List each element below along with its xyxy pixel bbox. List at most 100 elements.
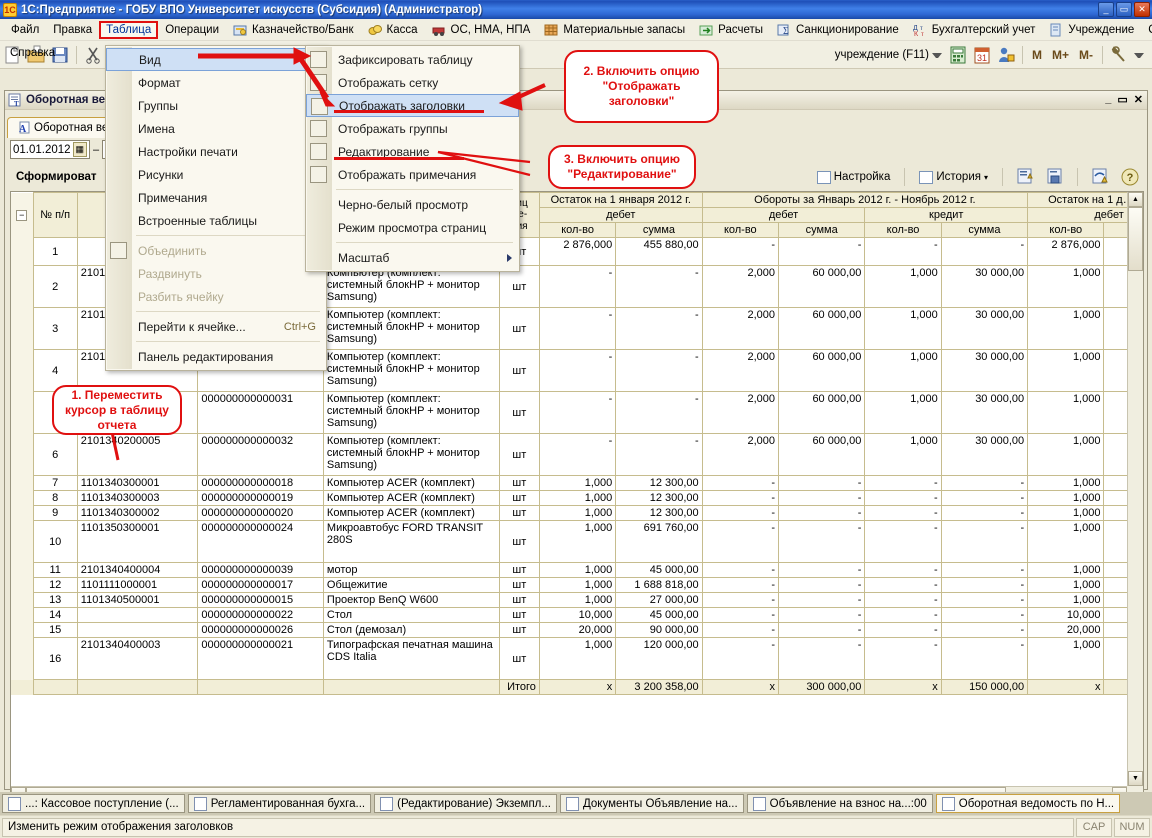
- history-button[interactable]: История ▾: [915, 169, 992, 186]
- cell-credit-qty[interactable]: -: [864, 237, 942, 266]
- table-row[interactable]: 15 000000000000026 Стол (демозал) шт 20,000 9…: [11, 622, 1127, 638]
- cell-credit-sum[interactable]: 30 000,00: [940, 433, 1029, 476]
- row-group-cell[interactable]: [11, 562, 34, 578]
- cell-debit-sum[interactable]: 60 000,00: [777, 307, 866, 350]
- cell-credit-qty[interactable]: 1,000: [864, 349, 942, 392]
- vertical-scroll-thumb[interactable]: [1128, 207, 1143, 271]
- cell-number[interactable]: 8: [32, 490, 78, 506]
- cell-closing-sum[interactable]: [1103, 433, 1127, 476]
- cell-closing-sum[interactable]: [1103, 592, 1127, 608]
- cell-credit-sum[interactable]: -: [940, 637, 1029, 680]
- cell-opening-qty[interactable]: 1,000: [538, 490, 617, 506]
- cell-inventory[interactable]: 000000000000018: [197, 475, 324, 491]
- row-group-cell[interactable]: [11, 490, 34, 506]
- cell-inventory[interactable]: 000000000000020: [197, 505, 324, 521]
- cell-closing-sum[interactable]: [1103, 391, 1127, 434]
- menu-item-file[interactable]: Файл: [4, 21, 46, 39]
- menu-item-edit[interactable]: Правка: [46, 21, 99, 39]
- cell-debit-sum[interactable]: -: [777, 637, 866, 680]
- cell-closing-sum[interactable]: [1103, 265, 1127, 308]
- cell-closing-sum[interactable]: [1103, 505, 1127, 521]
- menu-item-institution[interactable]: Учреждение: [1042, 20, 1141, 40]
- cell-closing-qty[interactable]: 1,000: [1027, 265, 1105, 308]
- cell-name[interactable]: Общежитие: [322, 577, 500, 593]
- cell-account[interactable]: 1101340300002: [76, 505, 199, 521]
- memory-m-plus-button[interactable]: M+: [1047, 48, 1074, 62]
- row-group-cell[interactable]: [11, 577, 34, 593]
- taskbar-item-3[interactable]: Документы Объявление на...: [559, 794, 744, 813]
- cell-closing-qty[interactable]: 1,000: [1027, 433, 1105, 476]
- cell-debit-sum[interactable]: -: [777, 505, 866, 521]
- cell-closing-qty[interactable]: 1,000: [1027, 475, 1105, 491]
- cell-unit[interactable]: шт: [498, 562, 540, 578]
- cell-account[interactable]: [76, 607, 199, 623]
- cell-closing-qty[interactable]: 2 876,000: [1027, 237, 1105, 266]
- cell-closing-sum[interactable]: [1103, 562, 1127, 578]
- row-group-cell[interactable]: [11, 307, 34, 350]
- cell-account[interactable]: 1101340500001: [76, 592, 199, 608]
- cell-debit-qty[interactable]: 2,000: [701, 391, 779, 434]
- cell-inventory[interactable]: 000000000000021: [197, 637, 324, 680]
- chevron-down-icon[interactable]: [931, 52, 942, 63]
- cell-account[interactable]: 2101340200005: [76, 433, 199, 476]
- cell-opening-qty[interactable]: 20,000: [538, 622, 617, 638]
- row-group-cell[interactable]: [11, 349, 34, 392]
- scroll-down-button[interactable]: ▼: [1128, 771, 1143, 786]
- cell-credit-qty[interactable]: -: [864, 505, 942, 521]
- cell-closing-sum[interactable]: [1103, 622, 1127, 638]
- memory-m-minus-button[interactable]: M-: [1074, 48, 1098, 62]
- minimize-button[interactable]: _: [1098, 2, 1114, 17]
- report-restore-button[interactable]: ▭: [1117, 93, 1127, 106]
- cell-closing-qty[interactable]: 1,000: [1027, 307, 1105, 350]
- restore-settings-icon[interactable]: [1089, 166, 1111, 188]
- load-settings-icon[interactable]: [1044, 166, 1066, 188]
- cell-opening-sum[interactable]: 12 300,00: [615, 505, 703, 521]
- cell-name[interactable]: Компьютер ACER (комплект): [322, 490, 500, 506]
- cell-closing-qty[interactable]: 1,000: [1027, 592, 1105, 608]
- chevron-down-icon-2[interactable]: [1134, 52, 1144, 63]
- calendar-picker-icon[interactable]: ▦: [72, 142, 87, 157]
- view-submenu-item-5[interactable]: Отображать примечания: [306, 163, 519, 186]
- cell-closing-sum[interactable]: [1103, 490, 1127, 506]
- cell-opening-sum[interactable]: 455 880,00: [615, 237, 703, 266]
- table-row[interactable]: 8 1101340300003 000000000000019 Компьютер A…: [11, 490, 1127, 506]
- cell-number[interactable]: 3: [32, 307, 78, 350]
- cell-unit[interactable]: шт: [498, 490, 540, 506]
- view-submenu-item-7[interactable]: Черно-белый просмотр: [306, 193, 519, 216]
- cell-debit-qty[interactable]: -: [701, 490, 779, 506]
- row-group-cell[interactable]: [11, 520, 34, 563]
- cell-credit-qty[interactable]: 1,000: [864, 265, 942, 308]
- cell-name[interactable]: Проектор BenQ W600: [322, 592, 500, 608]
- cell-opening-qty[interactable]: -: [538, 391, 617, 434]
- cell-credit-sum[interactable]: -: [940, 622, 1029, 638]
- cell-credit-qty[interactable]: -: [864, 637, 942, 680]
- menu-item-inventory[interactable]: Материальные запасы: [537, 20, 692, 40]
- cell-name[interactable]: Микроавтобус FORD TRANSIT 280S: [322, 520, 500, 563]
- cell-credit-qty[interactable]: 1,000: [864, 391, 942, 434]
- cell-credit-sum[interactable]: -: [940, 237, 1029, 266]
- cell-account[interactable]: 1101340300003: [76, 490, 199, 506]
- table-menu-item-7[interactable]: Встроенные таблицы: [106, 209, 326, 232]
- table-menu-item-1[interactable]: Формат: [106, 71, 326, 94]
- cell-closing-qty[interactable]: 1,000: [1027, 577, 1105, 593]
- row-group-cell[interactable]: [11, 433, 34, 476]
- table-menu-item-0[interactable]: Вид: [106, 48, 326, 71]
- cell-opening-qty[interactable]: 1,000: [538, 637, 617, 680]
- cell-credit-sum[interactable]: -: [940, 592, 1029, 608]
- cell-opening-sum[interactable]: 1 688 818,00: [615, 577, 703, 593]
- taskbar-item-1[interactable]: Регламентированная бухга...: [187, 794, 372, 813]
- cell-debit-sum[interactable]: 60 000,00: [777, 433, 866, 476]
- cell-unit[interactable]: шт: [498, 577, 540, 593]
- cell-account[interactable]: 2101340400003: [76, 637, 199, 680]
- row-group-cell[interactable]: [11, 265, 34, 308]
- vertical-scrollbar[interactable]: ▲ ▼: [1127, 192, 1143, 786]
- cell-closing-qty[interactable]: 1,000: [1027, 520, 1105, 563]
- settings-button[interactable]: Настройка: [813, 169, 895, 186]
- memory-m-button[interactable]: M: [1027, 48, 1047, 62]
- cell-opening-sum[interactable]: 691 760,00: [615, 520, 703, 563]
- report-minimize-button[interactable]: _: [1105, 93, 1111, 106]
- table-row[interactable]: 6 2101340200005 000000000000032 Компьютер (…: [11, 433, 1127, 476]
- cell-opening-sum[interactable]: 45 000,00: [615, 607, 703, 623]
- cell-unit[interactable]: шт: [498, 505, 540, 521]
- cell-opening-qty[interactable]: 2 876,000: [538, 237, 617, 266]
